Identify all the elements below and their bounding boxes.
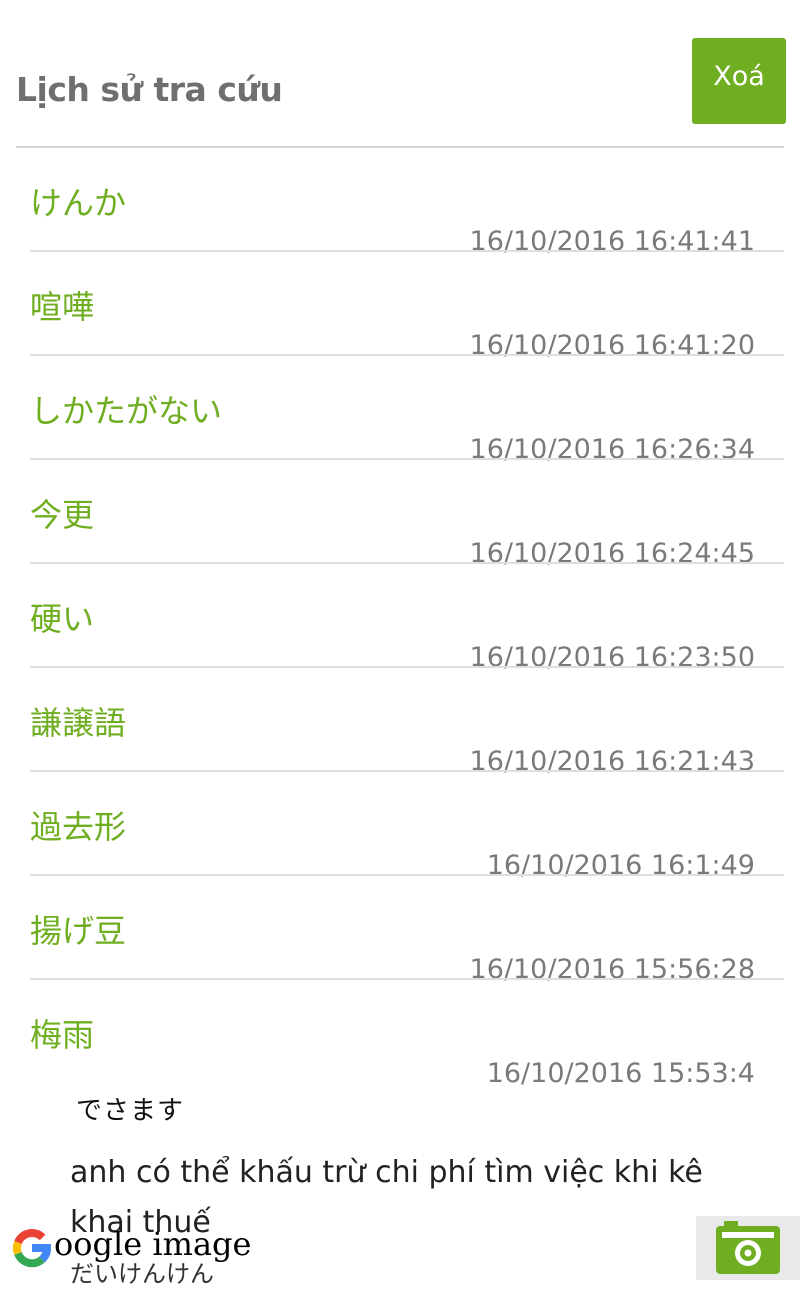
header: Lịch sử tra cứu Xoá: [0, 0, 800, 148]
google-g-icon: [12, 1228, 51, 1268]
history-item[interactable]: 硬い 16/10/2016 16:23:50: [0, 564, 800, 673]
clear-history-button[interactable]: Xoá: [692, 38, 786, 124]
history-item[interactable]: 今更 16/10/2016 16:24:45: [0, 460, 800, 569]
history-list: けんか 16/10/2016 16:41:41 喧嘩 16/10/2016 16…: [0, 148, 800, 1089]
history-word: しかたがない: [30, 392, 223, 430]
history-word: けんか: [30, 184, 127, 222]
camera-icon: [716, 1221, 780, 1274]
history-word: 喧嘩: [30, 288, 95, 326]
history-word: 梅雨: [30, 1016, 95, 1054]
history-item[interactable]: けんか 16/10/2016 16:41:41: [0, 148, 800, 257]
history-item[interactable]: 喧嘩 16/10/2016 16:41:20: [0, 252, 800, 361]
page-title: Lịch sử tra cứu: [16, 70, 283, 109]
history-word: 揚げ豆: [30, 912, 127, 950]
google-image-label: oogle image: [54, 1225, 252, 1263]
camera-button[interactable]: [696, 1216, 800, 1280]
history-word: 硬い: [30, 600, 95, 638]
history-item[interactable]: 謙譲語 16/10/2016 16:21:43: [0, 668, 800, 777]
history-word: 謙譲語: [30, 704, 127, 742]
history-item[interactable]: しかたがない 16/10/2016 16:26:34: [0, 356, 800, 465]
overlay-japanese-text: でさます: [76, 1096, 185, 1126]
history-item[interactable]: 揚げ豆 16/10/2016 15:56:28: [0, 876, 800, 985]
history-word: 今更: [30, 496, 95, 534]
history-item[interactable]: 過去形 16/10/2016 16:1:49: [0, 772, 800, 881]
google-image-button[interactable]: oogle image: [8, 1222, 251, 1274]
history-word: 過去形: [30, 808, 127, 846]
history-item[interactable]: 梅雨 16/10/2016 15:53:4: [0, 980, 800, 1089]
